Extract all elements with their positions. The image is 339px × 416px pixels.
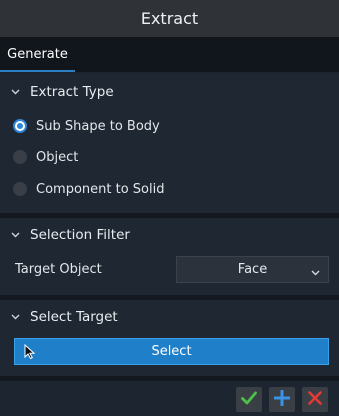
dialog-title: Extract [0,0,339,37]
radio-label: Object [36,149,79,165]
radio-label: Component to Solid [36,181,165,197]
radio-object[interactable]: Object [13,147,78,167]
radio-label: Sub Shape to Body [36,118,160,134]
tab-generate[interactable]: Generate [0,37,75,72]
dropdown-value: Face [237,262,268,277]
select-button[interactable]: Select [14,338,329,365]
selection-filter-section: Selection Filter Target Object Face [0,218,339,295]
target-object-dropdown[interactable]: Face [176,256,329,283]
extract-type-label: Extract Type [30,84,114,100]
dialog-footer [0,381,339,416]
radio-component-to-solid[interactable]: Component to Solid [13,179,164,199]
radio-button-checked[interactable] [13,119,27,133]
active-tab-indicator [0,70,75,72]
chevron-down-icon [10,312,21,323]
chevron-down-icon [10,87,21,98]
extract-type-header[interactable]: Extract Type [10,82,114,102]
check-icon [241,390,257,409]
select-target-label: Select Target [30,309,118,325]
select-target-section: Select Target Select [0,300,339,376]
tab-bar: Generate [0,37,339,72]
cursor-arrow-icon [24,343,36,363]
add-button[interactable] [269,387,295,412]
ok-button[interactable] [236,387,262,412]
select-button-label: Select [151,344,192,359]
selection-filter-label: Selection Filter [30,227,130,243]
plus-icon [273,389,291,410]
target-object-label: Target Object [15,261,102,277]
chevron-down-icon [311,265,320,280]
selection-filter-header[interactable]: Selection Filter [10,225,130,245]
extract-type-section: Extract Type Sub Shape to Body Object Co… [0,74,339,213]
cancel-button[interactable] [302,387,328,412]
radio-button[interactable] [13,150,27,164]
select-target-header[interactable]: Select Target [10,307,118,327]
chevron-down-icon [10,230,21,241]
radio-sub-shape-to-body[interactable]: Sub Shape to Body [13,116,160,136]
close-icon [308,390,322,409]
radio-button[interactable] [13,182,27,196]
